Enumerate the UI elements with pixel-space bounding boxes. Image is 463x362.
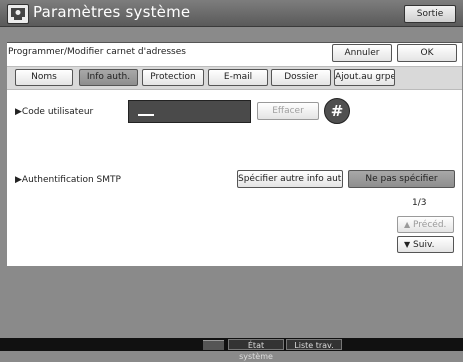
smtp-auth-label: ▶Authentification SMTP: [15, 175, 121, 185]
next-page-label: Suiv.: [413, 240, 435, 250]
system-settings-icon: [7, 4, 29, 24]
tab-add-to-group[interactable]: Ajout.au grpe: [334, 69, 395, 86]
clear-button[interactable]: Effacer: [257, 102, 319, 120]
page-indicator: 1/3: [412, 198, 427, 208]
title-bar: Paramètres système Sortie: [0, 0, 463, 27]
specify-other-auth-button[interactable]: Spécifier autre info auth.: [237, 170, 343, 188]
user-code-label: ▶Code utilisateur: [15, 107, 94, 117]
triangle-up-icon: ▲: [404, 220, 411, 229]
text-cursor: [138, 114, 154, 116]
panel-title: Programmer/Modifier carnet d'adresses: [8, 47, 186, 57]
next-page-button[interactable]: ▼ Suiv.: [397, 236, 454, 253]
user-code-input[interactable]: [128, 100, 251, 123]
previous-page-button[interactable]: ▲ Précéd.: [397, 216, 454, 233]
do-not-specify-button[interactable]: Ne pas spécifier: [348, 170, 455, 188]
window-title: Paramètres système: [33, 3, 191, 21]
triangle-down-icon: ▼: [404, 240, 411, 249]
tab-auth-info[interactable]: Info auth.: [79, 69, 138, 86]
tab-protection[interactable]: Protection: [142, 69, 204, 86]
system-status-button[interactable]: État système: [228, 339, 284, 361]
bottom-bar: État système Liste trav.: [0, 338, 463, 361]
tab-folder[interactable]: Dossier: [271, 69, 331, 86]
hash-button[interactable]: #: [324, 98, 350, 124]
previous-page-label: Précéd.: [413, 220, 447, 230]
machine-status-icon: [203, 340, 224, 350]
job-list-button[interactable]: Liste trav.: [286, 339, 342, 350]
cancel-button[interactable]: Annuler: [332, 44, 392, 62]
tab-email[interactable]: E-mail: [208, 69, 268, 86]
exit-button[interactable]: Sortie: [404, 5, 456, 23]
tab-names[interactable]: Noms: [15, 69, 73, 86]
ok-button[interactable]: OK: [397, 44, 457, 62]
